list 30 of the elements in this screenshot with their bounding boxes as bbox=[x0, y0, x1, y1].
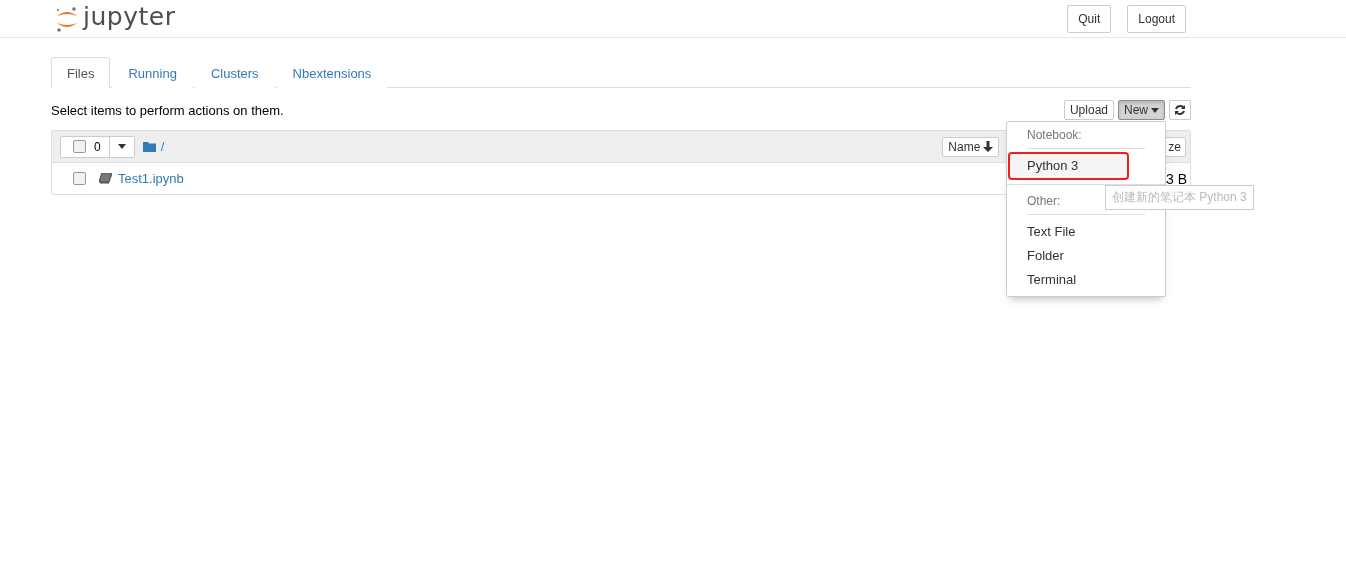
refresh-button[interactable] bbox=[1169, 100, 1191, 120]
menu-section-header: Other: bbox=[1027, 193, 1061, 210]
logo-text: jupyter bbox=[83, 2, 176, 31]
instruction-text: Select items to perform actions on them. bbox=[51, 102, 284, 118]
tab[interactable]: Files bbox=[51, 57, 111, 88]
new-button[interactable]: New bbox=[1118, 100, 1165, 120]
folder-icon bbox=[142, 141, 156, 152]
tooltip: 创建新的笔记本 Python 3 bbox=[1105, 185, 1254, 210]
menu-item[interactable]: Text File bbox=[1007, 220, 1165, 244]
menu-item[interactable]: Python 3 bbox=[1010, 154, 1127, 178]
refresh-icon bbox=[1174, 104, 1186, 116]
select-all-checkbox[interactable] bbox=[73, 140, 86, 153]
file-link[interactable]: Test1.ipynb bbox=[99, 171, 184, 186]
menu-item[interactable]: Folder bbox=[1007, 244, 1165, 268]
path-link[interactable]: / bbox=[142, 139, 165, 154]
sort-name-button[interactable]: Name bbox=[942, 136, 1000, 157]
sort-size-button[interactable]: ze bbox=[1165, 136, 1186, 157]
caret-icon bbox=[117, 144, 126, 149]
caret-icon bbox=[1151, 107, 1159, 113]
menu-item[interactable]: Terminal bbox=[1007, 268, 1165, 292]
book-icon bbox=[99, 173, 112, 184]
file-size: 3 B bbox=[1166, 170, 1187, 187]
quit-button[interactable]: Quit bbox=[1067, 4, 1112, 33]
logo-icon bbox=[55, 4, 79, 33]
selected-count: 0 bbox=[94, 139, 101, 154]
arrow-down-icon bbox=[983, 141, 994, 152]
logout-button[interactable]: Logout bbox=[1127, 4, 1186, 33]
row-checkbox[interactable] bbox=[73, 172, 86, 185]
menu-section-header: Notebook: bbox=[1027, 127, 1082, 144]
upload-button[interactable]: Upload bbox=[1063, 100, 1114, 120]
